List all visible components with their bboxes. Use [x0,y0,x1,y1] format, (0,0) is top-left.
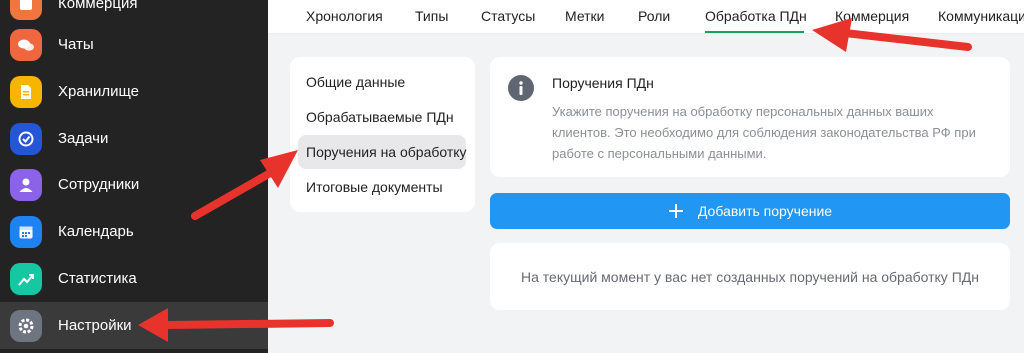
sidebar-item-statistics[interactable]: Статистика [0,255,268,302]
sidebar-item-label: Хранилище [58,83,139,100]
tab-statuses[interactable]: Статусы [481,8,535,24]
add-order-button[interactable]: Добавить поручение [490,193,1010,229]
sidebar-item-settings[interactable]: Настройки [0,302,268,349]
add-order-button-label: Добавить поручение [697,203,833,219]
tab-chronology[interactable]: Хронология [306,8,383,24]
tab-communications[interactable]: Коммуникаци [938,8,1024,24]
sidebar-item-label: Коммерция [58,0,138,12]
info-card: Поручения ПДн Укажите поручения на обраб… [490,57,1010,177]
tab-bar: Хронология Типы Статусы Метки Роли Обраб… [268,0,1024,34]
gear-icon [10,309,42,342]
plus-icon [668,204,683,218]
active-tab-indicator [705,31,804,33]
file-icon [10,75,42,108]
stats-icon [10,262,42,295]
sidebar-item-label: Календарь [58,223,134,240]
info-description: Укажите поручения на обработку персональ… [552,104,976,161]
menu-item-processing-orders[interactable]: Поручения на обработку [298,135,467,169]
sidebar-item-label: Чаты [58,36,94,53]
user-icon [10,168,42,201]
tab-commerce[interactable]: Коммерция [835,8,909,24]
sidebar-item-label: Сотрудники [58,176,140,193]
info-title: Поручения ПДн [552,75,654,91]
sidebar-item-employees[interactable]: Сотрудники [0,161,268,208]
info-icon [508,75,534,101]
sidebar-item-chats[interactable]: Чаты [0,21,268,68]
task-check-icon [10,122,42,155]
chat-icon [10,28,42,61]
sidebar-item-storage[interactable]: Хранилище [0,68,268,115]
sidebar: Коммерция Чаты Хранилище Задачи Сотрудни… [0,0,268,353]
menu-item-general-data[interactable]: Общие данные [298,65,468,99]
settings-menu: Общие данные Обрабатываемые ПДн Поручени… [290,57,475,212]
menu-item-final-documents[interactable]: Итоговые документы [298,170,468,204]
tab-tags[interactable]: Метки [565,8,605,24]
tab-types[interactable]: Типы [415,8,448,24]
empty-state-text: На текущий момент у вас нет созданных по… [521,268,979,285]
menu-item-processed-pd[interactable]: Обрабатываемые ПДн [298,100,468,134]
empty-state: На текущий момент у вас нет созданных по… [490,243,1010,310]
tab-roles[interactable]: Роли [638,8,670,24]
sidebar-item-label: Настройки [58,317,132,334]
sidebar-item-tasks[interactable]: Задачи [0,115,268,162]
sidebar-item-calendar[interactable]: Календарь [0,208,268,255]
calendar-icon [10,215,42,248]
sidebar-item-label: Статистика [58,270,137,287]
commerce-icon [10,0,42,20]
tab-pd-processing[interactable]: Обработка ПДн [705,8,807,24]
sidebar-item-label: Задачи [58,130,109,147]
